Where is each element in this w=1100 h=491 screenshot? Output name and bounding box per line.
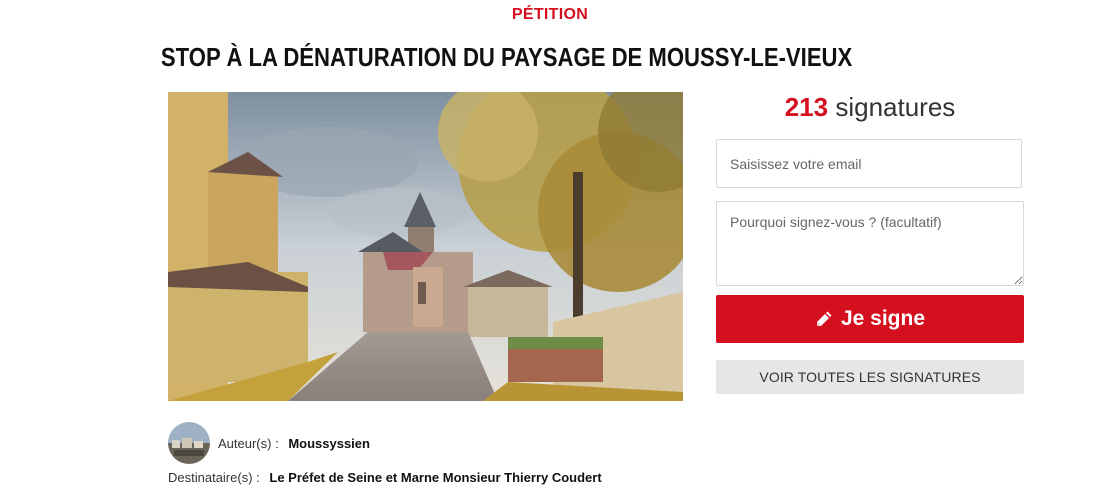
petition-photo [168,92,683,401]
view-all-signatures-button[interactable]: VOIR TOUTES LES SIGNATURES [716,360,1024,394]
sign-button-label: Je signe [840,307,926,330]
reason-textarea[interactable] [716,201,1024,286]
author-label: Auteur(s) : [218,436,279,451]
sign-button[interactable]: Je signe [716,295,1024,343]
author-name: Moussyssien [288,436,370,451]
author-line: Auteur(s) : Moussyssien [218,436,370,451]
signature-count-number: 213 [784,92,829,122]
email-input[interactable] [716,139,1022,188]
recipient-name: Le Préfet de Seine et Marne Monsieur Thi… [269,470,602,485]
recipient-line: Destinataire(s) : Le Préfet de Seine et … [168,470,602,485]
petition-title: STOP À LA DÉNATURATION DU PAYSAGE DE MOU… [160,42,853,72]
signature-count: 213 signatures [716,92,1024,123]
recipient-label: Destinataire(s) : [168,470,260,485]
signature-count-label: signatures [835,92,956,122]
pencil-icon [815,310,833,328]
author-avatar [168,422,210,464]
petition-label: PÉTITION [511,6,589,23]
